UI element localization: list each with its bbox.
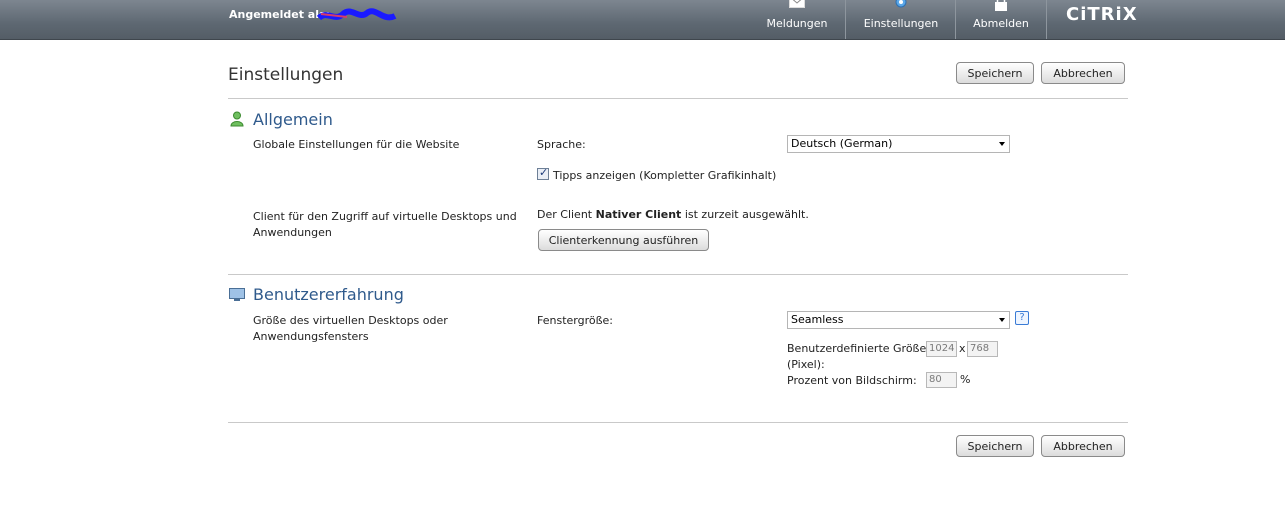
size-label-line2: Anwendungsfensters xyxy=(253,330,369,343)
monitor-icon xyxy=(229,288,245,305)
client-label-line1: Client für den Zugriff auf virtuelle Des… xyxy=(253,210,517,223)
lock-icon xyxy=(994,0,1008,14)
checkmark-icon: ✓ xyxy=(539,166,549,179)
tips-checkbox[interactable]: ✓ xyxy=(537,166,549,180)
language-select[interactable]: Deutsch (German) xyxy=(787,135,1010,153)
chevron-down-icon xyxy=(999,142,1005,146)
save-button-top[interactable]: Speichern xyxy=(956,62,1034,84)
percent-input[interactable]: 80 xyxy=(926,372,957,388)
cancel-button-top[interactable]: Abbrechen xyxy=(1041,62,1125,84)
chevron-down-icon xyxy=(999,318,1005,322)
nav-abmelden-label: Abmelden xyxy=(973,17,1029,30)
envelope-icon xyxy=(789,0,805,11)
client-label-line2: Anwendungen xyxy=(253,226,332,239)
nav-einstellungen-label: Einstellungen xyxy=(863,17,939,30)
custom-height-input[interactable]: 768 xyxy=(967,341,998,357)
language-label: Sprache: xyxy=(537,138,586,151)
custom-size-label-line2: (Pixel): xyxy=(787,358,825,371)
section-title-general: Allgemein xyxy=(253,110,333,129)
help-icon[interactable]: ? xyxy=(1015,311,1029,325)
cancel-button-bottom[interactable]: Abbrechen xyxy=(1041,435,1125,457)
percent-sign: % xyxy=(960,373,971,386)
website-settings-label: Globale Einstellungen für die Website xyxy=(253,138,460,151)
nav-meldungen[interactable]: Meldungen xyxy=(757,0,837,39)
language-select-value: Deutsch (German) xyxy=(791,137,893,150)
client-status-name: Nativer Client xyxy=(595,208,682,221)
nav-abmelden[interactable]: Abmelden xyxy=(965,0,1037,39)
nav-einstellungen[interactable]: Einstellungen xyxy=(857,0,945,39)
nav-meldungen-label: Meldungen xyxy=(766,17,828,30)
window-size-label: Fenstergröße: xyxy=(537,314,614,327)
citrix-logo: CiTRiX xyxy=(1066,4,1138,25)
client-status-prefix: Der Client xyxy=(537,208,596,221)
save-button-bottom[interactable]: Speichern xyxy=(956,435,1034,457)
gear-icon xyxy=(893,0,909,13)
custom-size-label-line1: Benutzerdefinierte Größe xyxy=(787,342,927,355)
page-title: Einstellungen xyxy=(228,65,344,85)
divider xyxy=(228,98,1128,99)
nav-divider xyxy=(845,0,846,39)
user-icon xyxy=(230,111,244,130)
logged-in-label: Angemeldet als: xyxy=(229,8,330,21)
times-sign: x xyxy=(959,342,966,355)
size-label-line1: Größe des virtuellen Desktops oder xyxy=(253,314,448,327)
detect-client-button[interactable]: Clienterkennung ausführen xyxy=(538,229,709,251)
tips-label: Tipps anzeigen (Kompletter Grafikinhalt) xyxy=(553,169,777,182)
client-status-suffix: ist zurzeit ausgewählt. xyxy=(681,208,809,221)
nav-divider xyxy=(1046,0,1047,39)
custom-width-input[interactable]: 1024 xyxy=(926,341,957,357)
client-status: Der Client Nativer Client ist zurzeit au… xyxy=(537,206,809,223)
redacted-username xyxy=(317,8,397,21)
nav-divider xyxy=(955,0,956,39)
divider xyxy=(228,274,1128,275)
section-title-experience: Benutzererfahrung xyxy=(253,285,404,304)
window-size-select[interactable]: Seamless xyxy=(787,311,1010,329)
divider xyxy=(228,422,1128,423)
percent-label: Prozent von Bildschirm: xyxy=(787,374,917,387)
top-bar: Angemeldet als: Meldungen Einstellungen … xyxy=(0,0,1285,40)
window-size-select-value: Seamless xyxy=(791,313,844,326)
